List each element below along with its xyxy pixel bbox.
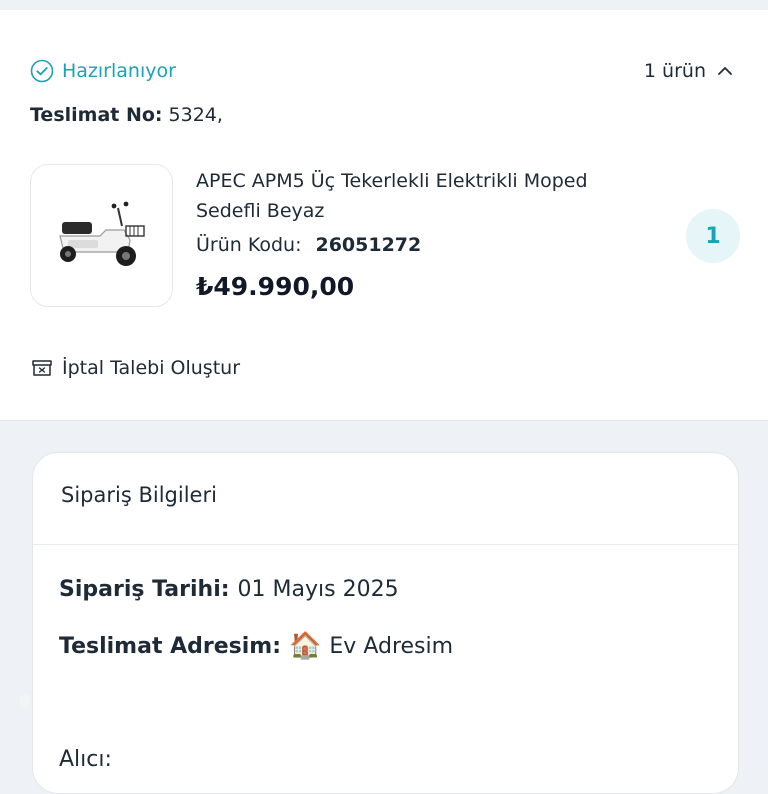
item-count: 1 ürün [643, 60, 706, 82]
recipient-label: Alıcı: [59, 747, 112, 772]
order-info-card: Sipariş Bilgileri Sipariş Tarihi: 01 May… [32, 452, 739, 794]
order-info-title: Sipariş Bilgileri [61, 483, 217, 507]
delivery-address-label: Teslimat Adresim: [59, 633, 282, 659]
delivery-address-value: Ev Adresim [329, 633, 454, 659]
order-card: Hazırlanıyor 1 ürün Teslimat No: 5324, A… [0, 10, 768, 421]
order-date-label: Sipariş Tarihi: [59, 577, 230, 602]
product-code-value: 26051272 [315, 234, 422, 256]
delivery-value: 5324, [168, 104, 223, 126]
cancel-request-label: İptal Talebi Oluştur [62, 357, 241, 379]
divider [33, 544, 738, 545]
product-code: Ürün Kodu: 26051272 [196, 234, 421, 256]
delivery-address-row: Teslimat Adresim: 🏠 Ev Adresim [59, 633, 453, 659]
status-group: Hazırlanıyor [30, 59, 176, 83]
product-price: ₺49.990,00 [196, 272, 355, 301]
delivery-number: Teslimat No: 5324, [30, 100, 223, 130]
chevron-up-icon[interactable] [716, 62, 734, 80]
cancel-request-button[interactable]: İptal Talebi Oluştur [30, 356, 240, 380]
store-box-icon [30, 356, 54, 380]
product-name[interactable]: APEC APM5 Üç Tekerlekli Elektrikli Moped… [196, 166, 646, 226]
item-count-toggle[interactable]: 1 ürün [644, 60, 734, 82]
side-marker [20, 694, 30, 708]
product-image[interactable] [30, 164, 173, 307]
delivery-label: Teslimat No: [30, 104, 163, 126]
product-code-label: Ürün Kodu: [196, 234, 302, 256]
recipient-row: Alıcı: [59, 747, 120, 772]
order-date-row: Sipariş Tarihi: 01 Mayıs 2025 [59, 577, 399, 602]
order-date-value: 01 Mayıs 2025 [237, 577, 399, 602]
quantity-badge: 1 [686, 209, 740, 263]
house-icon: 🏠 [289, 631, 322, 661]
status-label: Hazırlanıyor [62, 60, 176, 82]
moped-icon [58, 201, 145, 266]
check-circle-icon [30, 59, 54, 83]
order-header[interactable]: Hazırlanıyor 1 ürün [30, 46, 734, 96]
